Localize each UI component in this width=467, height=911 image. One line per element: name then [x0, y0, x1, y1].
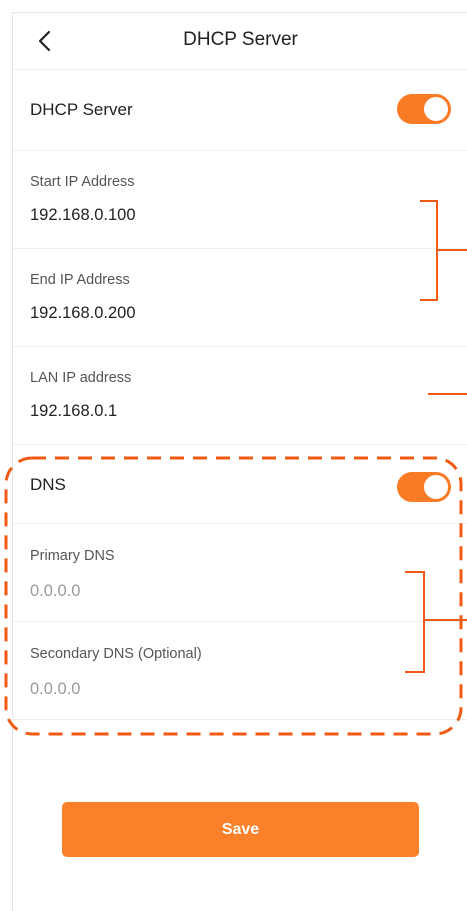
settings-screen: DHCP Server DHCP Server Start IP Address…: [12, 12, 467, 911]
dhcp-server-label: DHCP Server: [30, 100, 133, 119]
top-bar: DHCP Server: [13, 13, 467, 70]
primary-dns-row[interactable]: Primary DNS 0.0.0.0: [13, 524, 467, 622]
start-ip-value[interactable]: 192.168.0.100: [30, 206, 136, 225]
dhcp-server-row: DHCP Server: [13, 70, 467, 151]
end-ip-label: End IP Address: [30, 272, 130, 288]
end-ip-row[interactable]: End IP Address 192.168.0.200: [13, 249, 467, 347]
save-button[interactable]: Save: [62, 802, 419, 857]
start-ip-row[interactable]: Start IP Address 192.168.0.100: [13, 151, 467, 249]
lan-ip-value[interactable]: 192.168.0.1: [30, 402, 117, 421]
toggle-knob: [424, 97, 448, 121]
dns-label: DNS: [30, 475, 66, 494]
lan-ip-label: LAN IP address: [30, 370, 132, 386]
secondary-dns-row[interactable]: Secondary DNS (Optional) 0.0.0.0: [13, 622, 467, 720]
start-ip-label: Start IP Address: [30, 174, 135, 190]
lan-ip-row[interactable]: LAN IP address 192.168.0.1: [13, 347, 467, 445]
primary-dns-input[interactable]: 0.0.0.0: [30, 582, 80, 601]
dhcp-server-toggle[interactable]: [397, 94, 451, 124]
secondary-dns-input[interactable]: 0.0.0.0: [30, 680, 80, 699]
dns-row: DNS: [13, 445, 467, 524]
dns-toggle[interactable]: [397, 472, 451, 502]
toggle-knob: [424, 475, 448, 499]
secondary-dns-label: Secondary DNS (Optional): [30, 646, 202, 662]
page-title: DHCP Server: [183, 29, 298, 50]
primary-dns-label: Primary DNS: [30, 548, 115, 564]
end-ip-value[interactable]: 192.168.0.200: [30, 304, 136, 323]
